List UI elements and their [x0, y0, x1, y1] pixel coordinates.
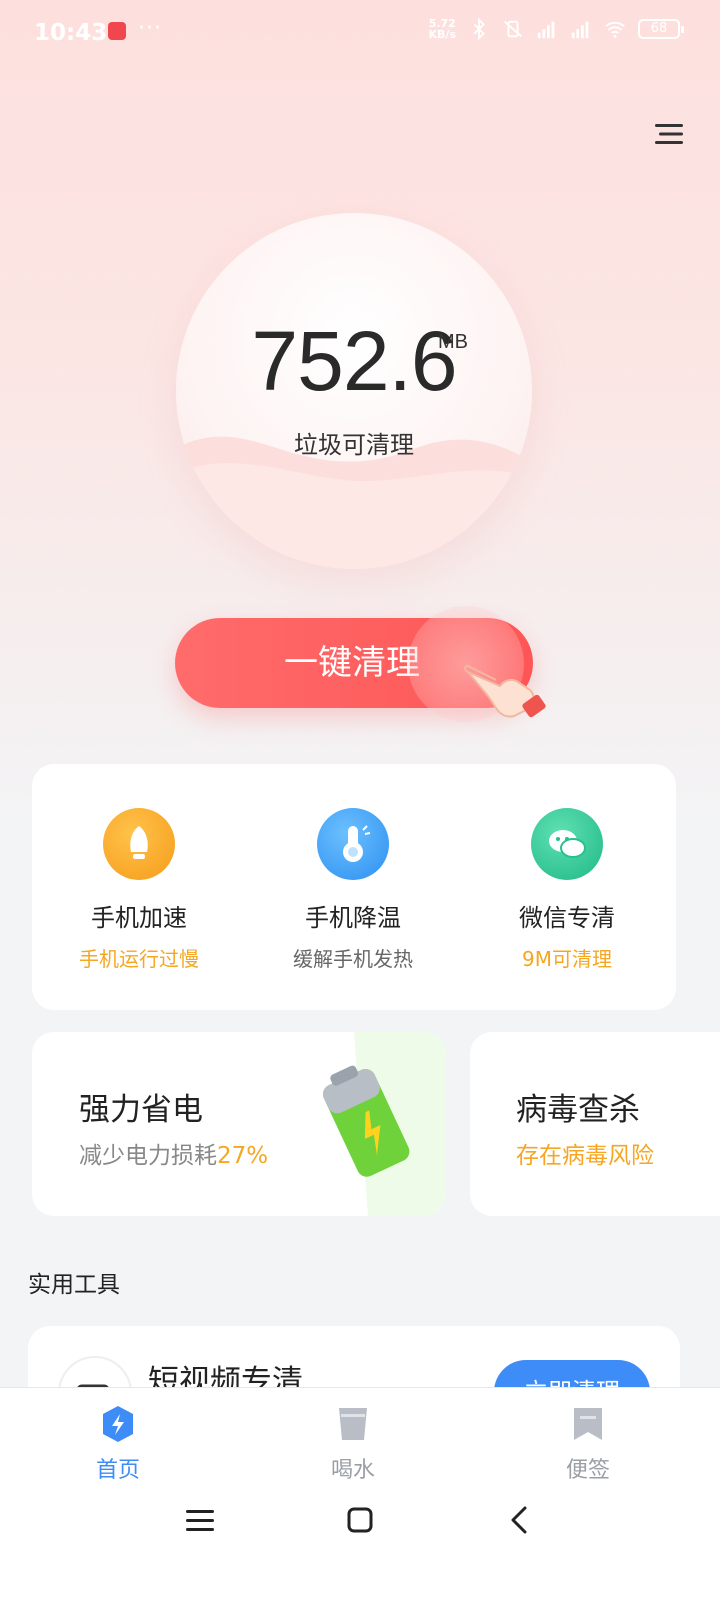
thermometer-icon — [317, 808, 389, 880]
status-icons: 5.72 KB/s 68 — [429, 18, 684, 40]
bolt-icon — [103, 1406, 133, 1442]
signal-icon-1 — [537, 21, 555, 39]
recents-icon[interactable] — [180, 1500, 220, 1540]
network-speed-unit: KB/s — [428, 28, 456, 41]
signal-icon-2 — [571, 21, 589, 39]
tool-title: 微信专清 — [519, 904, 615, 932]
virus-scan-subtitle: 存在病毒风险 — [516, 1143, 654, 1169]
vibrate-icon — [504, 20, 522, 38]
back-icon[interactable] — [500, 1500, 540, 1540]
tool-title: 手机降温 — [305, 904, 401, 932]
tool-subtitle: 缓解手机发热 — [293, 947, 413, 971]
nav-item-water[interactable]: 喝水 — [293, 1404, 413, 1484]
app-notification-icon — [108, 22, 126, 40]
bookmark-icon — [574, 1408, 602, 1440]
bluetooth-icon — [473, 18, 485, 40]
system-navigation — [0, 1500, 720, 1560]
junk-size-gauge: 752.6 MB 垃圾可清理 — [176, 213, 532, 569]
nav-item-notes[interactable]: 便签 — [528, 1404, 648, 1484]
junk-size-label: 垃圾可清理 — [294, 431, 414, 459]
wechat-icon — [531, 808, 603, 880]
junk-size-value: 752.6 — [251, 314, 457, 408]
nav-label: 喝水 — [330, 1458, 375, 1483]
power-saving-card[interactable]: 强力省电 减少电力损耗27% — [32, 1032, 446, 1216]
nav-label: 首页 — [95, 1458, 140, 1483]
menu-icon[interactable] — [655, 122, 683, 146]
battery-indicator: 68 — [638, 19, 684, 39]
power-saving-subtitle-prefix: 减少电力损耗 — [79, 1143, 217, 1169]
home-icon[interactable] — [340, 1500, 380, 1540]
hand-pointer-icon — [464, 664, 546, 718]
power-saving-title: 强力省电 — [79, 1092, 203, 1128]
status-bar: 10:43 ··· 5.72 KB/s 68 — [0, 0, 720, 66]
section-title-utilities: 实用工具 — [28, 1272, 120, 1298]
nav-item-home[interactable]: 首页 — [58, 1404, 178, 1484]
quick-tools-card: 手机加速 手机运行过慢 手机降温 缓解手机发热 微信专清 9M可清理 — [32, 764, 676, 1010]
tool-wechat-clean[interactable]: 微信专清 9M可清理 — [460, 808, 674, 972]
power-saving-subtitle: 减少电力损耗27% — [79, 1136, 268, 1170]
bottom-nav: 首页 喝水 便签 — [0, 1387, 720, 1600]
network-speed: 5.72 KB/s — [429, 18, 456, 40]
rocket-icon — [103, 808, 175, 880]
virus-scan-card[interactable]: 病毒查杀 存在病毒风险 — [470, 1032, 720, 1216]
junk-size-unit: MB — [438, 331, 468, 353]
nav-label: 便签 — [565, 1458, 610, 1483]
tool-title: 手机加速 — [91, 904, 187, 932]
tool-phone-cooling[interactable]: 手机降温 缓解手机发热 — [246, 808, 460, 972]
virus-scan-title: 病毒查杀 — [516, 1092, 640, 1128]
one-key-clean-label: 一键清理 — [284, 643, 420, 683]
more-notifications-icon: ··· — [138, 16, 162, 41]
tool-subtitle: 手机运行过慢 — [79, 947, 199, 971]
power-saving-percent: 27% — [217, 1143, 269, 1169]
tool-subtitle: 9M可清理 — [522, 947, 612, 971]
cup-icon — [339, 1408, 367, 1440]
tool-phone-boost[interactable]: 手机加速 手机运行过慢 — [32, 808, 246, 972]
status-time: 10:43 — [34, 20, 108, 46]
wifi-icon — [605, 21, 625, 38]
battery-icon — [322, 1032, 446, 1216]
